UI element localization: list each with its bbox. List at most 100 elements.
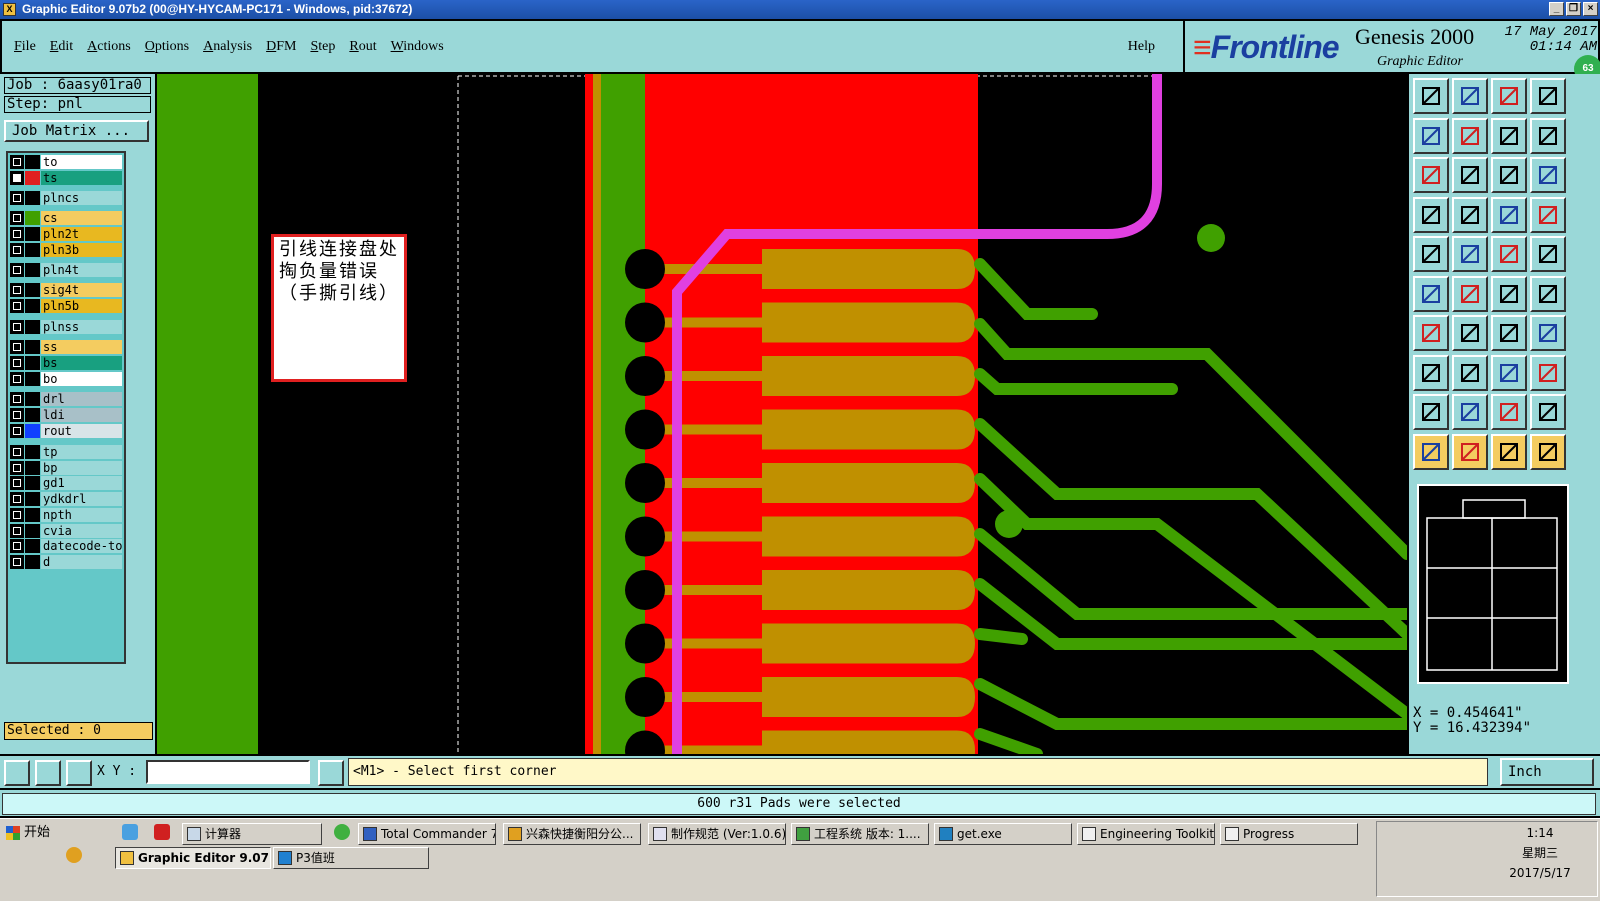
- layer-checkbox[interactable]: [10, 508, 24, 522]
- job-matrix-button[interactable]: Job Matrix ...: [4, 120, 149, 142]
- fit-icon[interactable]: [1413, 157, 1449, 193]
- layer-name[interactable]: bo: [41, 372, 122, 386]
- snap-icon[interactable]: [1491, 196, 1527, 233]
- layer-name[interactable]: datecode-to: [41, 539, 122, 553]
- pointer-box-icon[interactable]: [1452, 433, 1488, 470]
- layer-color-swatch[interactable]: [25, 356, 40, 370]
- layer-color-swatch[interactable]: [25, 211, 40, 225]
- taskbar-button[interactable]: 制作规范 (Ver:1.0.6): [648, 823, 786, 845]
- layer-checkbox[interactable]: [10, 461, 24, 475]
- exclamation-icon[interactable]: [318, 760, 344, 786]
- layer-checkbox[interactable]: [10, 392, 24, 406]
- home-icon[interactable]: [1491, 78, 1527, 114]
- layer-name[interactable]: ldi: [41, 408, 122, 422]
- cross-icon[interactable]: [1452, 275, 1488, 312]
- triangle-b-icon[interactable]: [1452, 394, 1488, 430]
- layer-checkbox[interactable]: [10, 263, 24, 277]
- layer-name[interactable]: drl: [41, 392, 122, 406]
- layer-checkbox[interactable]: [10, 356, 24, 370]
- taskbar-button[interactable]: get.exe: [934, 823, 1072, 845]
- layer-checkbox[interactable]: [10, 476, 24, 490]
- graphic-canvas[interactable]: 引线连接盘处掏负量错误（手撕引线）: [157, 74, 1407, 754]
- layer-name[interactable]: pln2t: [41, 227, 122, 241]
- stretch-icon[interactable]: [1491, 354, 1527, 391]
- pointer-circle-icon[interactable]: [1491, 433, 1527, 470]
- layer-checkbox[interactable]: [10, 539, 24, 553]
- connect-icon[interactable]: [1413, 275, 1449, 312]
- layer-checkbox[interactable]: [10, 524, 24, 538]
- minimize-icon[interactable]: _: [1549, 2, 1564, 16]
- one-to-one-icon[interactable]: [1491, 157, 1527, 193]
- taskbar-button[interactable]: Total Commander 7.0...: [358, 823, 496, 845]
- layer-color-swatch[interactable]: [25, 320, 40, 334]
- layer-color-swatch[interactable]: [25, 340, 40, 354]
- taskbar-button[interactable]: Graphic Editor 9.07b2 ...: [115, 847, 271, 869]
- layer-name[interactable]: pln5b: [41, 299, 122, 313]
- layer-row-drl[interactable]: drl: [10, 392, 122, 406]
- layer-name[interactable]: sig4t: [41, 283, 122, 297]
- layer-row-plnss[interactable]: plnss: [10, 320, 122, 334]
- layer-name[interactable]: to: [41, 155, 122, 169]
- pin-icon[interactable]: [1530, 275, 1566, 312]
- layer-name[interactable]: npth: [41, 508, 122, 522]
- layer-row-bp[interactable]: bp: [10, 461, 122, 475]
- layer-row-to[interactable]: to: [10, 155, 122, 169]
- angle-icon[interactable]: [1413, 315, 1449, 351]
- layer-row-ldi[interactable]: ldi: [10, 408, 122, 422]
- layer-checkbox[interactable]: [10, 372, 24, 386]
- menu-analysis[interactable]: Analysis: [203, 39, 252, 55]
- layer-name[interactable]: pln3b: [41, 243, 122, 257]
- features-icon[interactable]: [1530, 196, 1566, 233]
- layer-color-swatch[interactable]: [25, 461, 40, 475]
- layer-name[interactable]: bp: [41, 461, 122, 475]
- layer-row-datecode-to[interactable]: datecode-to: [10, 539, 122, 553]
- rotate-icon[interactable]: [1491, 315, 1527, 351]
- menu-rout[interactable]: Rout: [349, 39, 376, 55]
- taskbar-button[interactable]: 工程系统 版本: 1....: [791, 823, 929, 845]
- layer-color-swatch[interactable]: [25, 555, 40, 569]
- layer-color-swatch[interactable]: [25, 445, 40, 459]
- triangle-a-icon[interactable]: [1413, 394, 1449, 430]
- ruler-icon[interactable]: [1491, 236, 1527, 272]
- menu-edit[interactable]: Edit: [50, 39, 73, 55]
- layer-row-cs[interactable]: cs: [10, 211, 122, 225]
- pan-left-icon[interactable]: [1413, 117, 1449, 154]
- layer-color-swatch[interactable]: [25, 372, 40, 386]
- layer-color-swatch[interactable]: [25, 476, 40, 490]
- layer-row-ts[interactable]: ts: [10, 171, 122, 185]
- layer-name[interactable]: rout: [41, 424, 122, 438]
- taskbar-button[interactable]: 兴森快捷衡阳分公...: [503, 823, 641, 845]
- menu-step[interactable]: Step: [310, 39, 335, 55]
- layer-row-bs[interactable]: bs: [10, 356, 122, 370]
- layer-checkbox[interactable]: [10, 320, 24, 334]
- layer-name[interactable]: bs: [41, 356, 122, 370]
- overview-minimap[interactable]: [1417, 484, 1569, 684]
- layer-row-ydkdrl[interactable]: ydkdrl: [10, 492, 122, 506]
- layer-color-swatch[interactable]: [25, 283, 40, 297]
- triangle-d-icon[interactable]: [1530, 394, 1566, 430]
- layer-checkbox[interactable]: [10, 243, 24, 257]
- layer-checkbox[interactable]: [10, 211, 24, 225]
- center-icon[interactable]: [1452, 157, 1488, 193]
- layer-name[interactable]: cvia: [41, 524, 122, 538]
- zoom-home-icon[interactable]: [1413, 78, 1449, 114]
- layer-name[interactable]: pln4t: [41, 263, 122, 277]
- layer-row-sig4t[interactable]: sig4t: [10, 283, 122, 297]
- layer-checkbox[interactable]: [10, 283, 24, 297]
- layer-color-swatch[interactable]: [25, 299, 40, 313]
- start-button[interactable]: 开始: [2, 823, 100, 843]
- select-icon[interactable]: [1413, 236, 1449, 272]
- layer-name[interactable]: ss: [41, 340, 122, 354]
- layer-name[interactable]: cs: [41, 211, 122, 225]
- layer-color-swatch[interactable]: [25, 408, 40, 422]
- redraw-icon[interactable]: [1530, 117, 1566, 154]
- measure-icon[interactable]: [1413, 196, 1449, 233]
- grid-icon[interactable]: [1452, 196, 1488, 233]
- layer-color-swatch[interactable]: [25, 508, 40, 522]
- layer-name[interactable]: ydkdrl: [41, 492, 122, 506]
- menu-file[interactable]: File: [14, 39, 36, 55]
- quicklaunch-desktop-icon[interactable]: [122, 824, 138, 840]
- layer-color-swatch[interactable]: [25, 191, 40, 205]
- layer-color-swatch[interactable]: [25, 243, 40, 257]
- layer-name[interactable]: tp: [41, 445, 122, 459]
